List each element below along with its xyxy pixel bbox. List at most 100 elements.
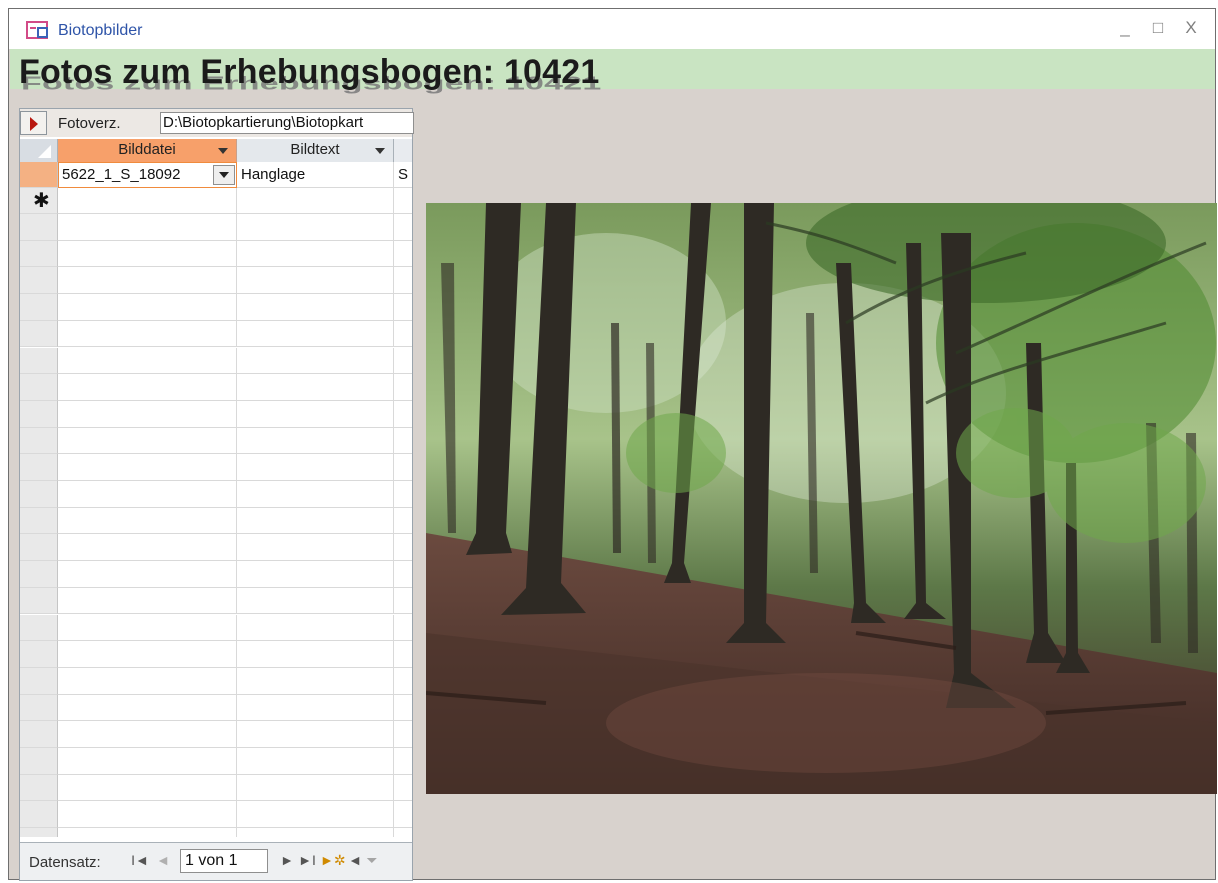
column-header-extra[interactable] — [394, 139, 412, 162]
row-selector[interactable] — [20, 162, 58, 188]
empty-cell — [237, 454, 394, 481]
column-header-bilddatei[interactable]: Bilddatei — [58, 139, 237, 162]
empty-cell — [58, 587, 237, 615]
empty-cell — [237, 774, 394, 802]
empty-cell — [237, 347, 394, 375]
empty-cell — [237, 561, 394, 588]
new-record-button[interactable]: ►✲ — [320, 852, 346, 869]
previous-record-button[interactable]: ◄ — [154, 852, 172, 868]
extra-cell[interactable]: S — [394, 162, 412, 188]
minimize-button[interactable]: _ — [1117, 19, 1133, 37]
window-title: Biotopbilder — [58, 22, 143, 39]
empty-cell — [58, 427, 237, 455]
empty-cell — [58, 481, 237, 508]
column-header-bildtext[interactable]: Bildtext — [237, 139, 394, 162]
first-record-button[interactable]: I◄ — [131, 852, 149, 868]
empty-cell — [394, 214, 412, 241]
bilddatei-combobox[interactable]: 5622_1_S_18092 — [58, 162, 237, 188]
empty-cell — [237, 240, 394, 268]
empty-cell — [394, 428, 412, 455]
empty-row-selector — [20, 267, 58, 295]
new-bilddatei-cell[interactable] — [58, 188, 237, 214]
title-bar: Biotopbilder _ □ X — [9, 9, 1215, 49]
new-row-selector[interactable]: ✱ — [20, 188, 58, 214]
next-record-button[interactable]: ► — [278, 852, 296, 868]
empty-cell — [58, 534, 237, 562]
empty-cell — [237, 748, 394, 775]
empty-cell — [394, 267, 412, 295]
empty-row-selector — [20, 721, 58, 748]
empty-cell — [58, 774, 237, 802]
empty-cell — [394, 615, 412, 642]
forest-photo-illustration — [426, 203, 1217, 794]
empty-cell — [58, 294, 237, 321]
heading-text: Fotos zum Erhebungsbogen: 10421 — [19, 53, 600, 91]
empty-cell — [394, 695, 412, 722]
empty-cell — [394, 241, 412, 268]
empty-row-selector — [20, 774, 58, 802]
empty-row-selector — [20, 507, 58, 535]
filter-icon[interactable]: ⏷ — [363, 852, 381, 869]
empty-cell — [237, 828, 394, 837]
empty-cell — [394, 668, 412, 695]
empty-cell — [58, 667, 237, 695]
empty-cell — [237, 320, 394, 348]
empty-cell — [394, 348, 412, 375]
fotoverz-row: Fotoverz. D:\Biotopkartierung\Biotopkart — [20, 109, 414, 137]
select-all-corner[interactable] — [20, 139, 58, 162]
empty-cell — [237, 481, 394, 508]
close-button[interactable]: X — [1183, 19, 1199, 37]
empty-cell — [394, 454, 412, 481]
last-record-button[interactable]: ►I — [298, 852, 316, 868]
new-record-icon: ✱ — [33, 190, 50, 212]
empty-cell — [58, 400, 237, 428]
empty-cell — [394, 534, 412, 562]
empty-row-selector — [20, 614, 58, 642]
empty-cell — [237, 267, 394, 295]
empty-cell — [58, 828, 237, 837]
empty-cell — [394, 775, 412, 802]
empty-cell — [58, 801, 237, 829]
empty-cell — [237, 507, 394, 535]
empty-cell — [58, 694, 237, 722]
empty-cell — [58, 320, 237, 348]
empty-row-selector — [20, 454, 58, 481]
new-extra-cell[interactable] — [394, 188, 412, 214]
empty-cell — [394, 321, 412, 348]
empty-row-selector — [20, 534, 58, 562]
new-bildtext-cell[interactable] — [237, 188, 394, 214]
chevron-down-icon[interactable] — [218, 148, 228, 154]
record-selector-button[interactable] — [20, 111, 47, 135]
empty-cell — [237, 801, 394, 829]
empty-row-selector — [20, 641, 58, 668]
empty-cell — [394, 481, 412, 508]
fotoverz-label: Fotoverz. — [58, 115, 121, 132]
empty-row-selector — [20, 481, 58, 508]
empty-cell — [394, 561, 412, 588]
column-header-label: Bilddatei — [118, 141, 176, 158]
empty-cell — [237, 641, 394, 668]
empty-row-selector — [20, 240, 58, 268]
empty-cell — [237, 374, 394, 401]
empty-cell — [394, 508, 412, 535]
scroll-left-button[interactable]: ◄ — [346, 852, 364, 868]
chevron-down-icon[interactable] — [375, 148, 385, 154]
fotoverz-field[interactable]: D:\Biotopkartierung\Biotopkart — [160, 112, 414, 134]
empty-cell — [237, 721, 394, 748]
empty-cell — [58, 267, 237, 295]
empty-cell — [58, 347, 237, 375]
current-record-field[interactable]: 1 von 1 — [180, 849, 268, 873]
record-label: Datensatz: — [29, 854, 101, 871]
forest-photo — [426, 203, 1217, 794]
bilddatei-value: 5622_1_S_18092 — [62, 166, 181, 183]
maximize-button[interactable]: □ — [1150, 19, 1166, 37]
empty-cell — [394, 828, 412, 837]
form-window: Biotopbilder _ □ X Fotos zum Erhebungsbo… — [8, 8, 1217, 881]
record-navigation-bar: Datensatz: I◄ ◄ 1 von 1 ► ►I ►✲ ◄ ⏷ — [20, 842, 412, 880]
bildtext-cell[interactable]: Hanglage — [237, 162, 394, 188]
dropdown-button[interactable] — [213, 165, 235, 185]
empty-row-selector — [20, 294, 58, 321]
empty-cell — [237, 694, 394, 722]
empty-row-selector — [20, 801, 58, 829]
photo-datasheet: Bilddatei Bildtext 5622_1_S_18092 Hangla… — [20, 139, 412, 837]
